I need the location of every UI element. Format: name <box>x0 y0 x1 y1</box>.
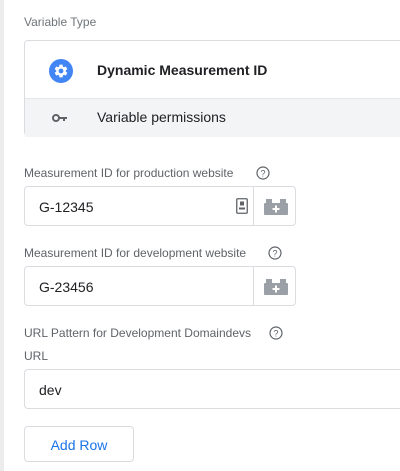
add-row-button[interactable]: Add Row <box>24 426 134 462</box>
svg-text:?: ? <box>273 329 278 339</box>
id-card-icon <box>236 198 248 214</box>
insert-variable-icon <box>264 199 288 215</box>
variable-type-label: Variable Type <box>24 15 97 29</box>
variable-type-name: Dynamic Measurement ID <box>97 62 268 78</box>
production-id-value: G-12345 <box>39 199 94 215</box>
panel-left-border <box>0 0 4 471</box>
help-icon[interactable]: ? <box>256 166 270 180</box>
help-icon[interactable]: ? <box>268 246 282 260</box>
key-icon <box>52 114 67 122</box>
variable-type-card[interactable]: Dynamic Measurement ID Variable permissi… <box>24 40 400 137</box>
help-icon[interactable]: ? <box>269 326 283 340</box>
production-id-input[interactable]: G-12345 <box>24 186 254 226</box>
url-pattern-input[interactable]: dev <box>24 369 400 409</box>
variable-permissions-label: Variable permissions <box>97 109 226 125</box>
development-id-input[interactable]: G-23456 <box>24 266 254 306</box>
insert-variable-button[interactable] <box>253 266 296 306</box>
production-id-label: Measurement ID for production website <box>24 166 234 180</box>
variable-type-row[interactable]: Dynamic Measurement ID <box>25 41 400 98</box>
insert-variable-icon <box>264 279 288 295</box>
url-pattern-value: dev <box>39 382 62 398</box>
insert-variable-button[interactable] <box>253 186 296 226</box>
url-pattern-label: URL Pattern for Development Domaindevs <box>24 326 251 340</box>
development-id-label: Measurement ID for development website <box>24 246 247 260</box>
gear-icon <box>49 59 73 83</box>
svg-text:?: ? <box>260 169 265 179</box>
svg-text:?: ? <box>272 249 277 259</box>
development-id-value: G-23456 <box>39 279 94 295</box>
variable-permissions-row[interactable]: Variable permissions <box>25 98 400 137</box>
url-column-header: URL <box>24 349 49 363</box>
